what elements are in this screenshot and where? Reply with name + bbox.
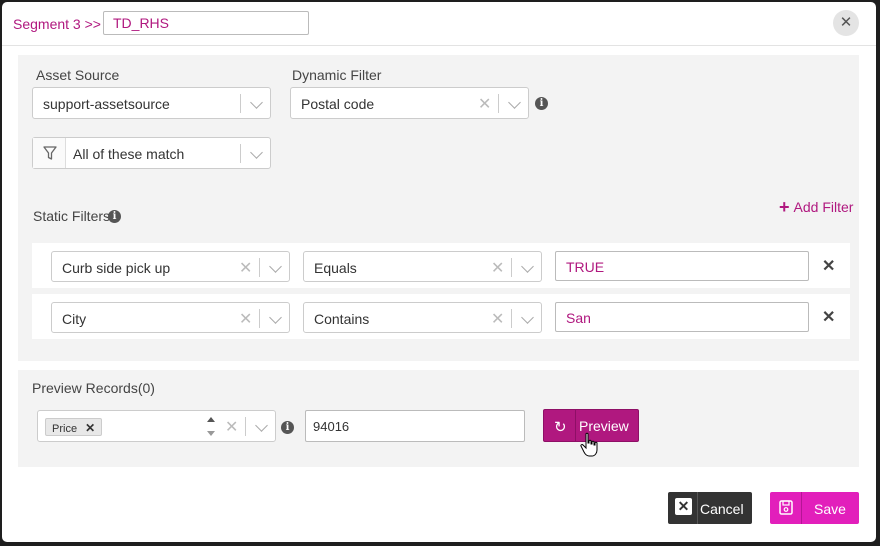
chevron-down-icon[interactable]	[521, 260, 534, 273]
config-panel: Asset Source support-assetsource Dynamic…	[18, 55, 859, 361]
clear-icon[interactable]: ✕	[239, 258, 252, 278]
filter-row: City ✕ Contains ✕ San ✕	[32, 294, 850, 339]
close-icon[interactable]: ✕	[833, 10, 859, 36]
segment-name-input[interactable]: TD_RHS	[103, 11, 309, 35]
filter-row: Curb side pick up ✕ Equals ✕ TRUE ✕	[32, 243, 850, 288]
dialog-header: Segment 3 >> TD_RHS ✕	[2, 2, 876, 46]
filter-operator-select[interactable]: Contains ✕	[303, 302, 542, 333]
add-filter-button[interactable]: + Add Filter	[779, 197, 853, 218]
chevron-down-icon[interactable]	[250, 96, 263, 109]
segment-dialog: Segment 3 >> TD_RHS ✕ Asset Source suppo…	[2, 2, 876, 542]
preview-value-input[interactable]: 94016	[305, 410, 525, 442]
filter-field-select[interactable]: Curb side pick up ✕	[51, 251, 290, 282]
filter-value-input[interactable]: San	[555, 302, 809, 332]
filter-value-input[interactable]: TRUE	[555, 251, 809, 281]
dynamic-filter-select[interactable]: Postal code ✕	[290, 87, 529, 119]
breadcrumb: Segment 3 >>	[13, 16, 101, 32]
match-value: All of these match	[73, 146, 185, 162]
dynamic-filter-label: Dynamic Filter	[292, 67, 382, 83]
info-icon[interactable]: i	[281, 421, 294, 434]
clear-icon[interactable]: ✕	[491, 309, 504, 329]
funnel-icon	[33, 138, 66, 168]
asset-source-select[interactable]: support-assetsource	[32, 87, 271, 119]
hand-cursor-icon	[580, 432, 598, 457]
clear-icon[interactable]: ✕	[478, 94, 491, 114]
refresh-icon: ↻	[554, 419, 567, 436]
cancel-button[interactable]: ✕ Cancel	[668, 492, 752, 524]
remove-filter-icon[interactable]: ✕	[822, 256, 835, 276]
clear-icon[interactable]: ✕	[225, 417, 238, 437]
chevron-down-icon[interactable]	[250, 146, 263, 159]
filter-field-select[interactable]: City ✕	[51, 302, 290, 333]
preview-field-select[interactable]: Price ✕ ✕	[37, 410, 276, 442]
static-filters-label: Static Filters	[33, 208, 111, 224]
asset-source-value: support-assetsource	[43, 96, 170, 112]
chevron-down-icon[interactable]	[255, 419, 268, 432]
spinner-icon[interactable]	[206, 415, 218, 439]
asset-source-label: Asset Source	[36, 67, 120, 83]
save-button[interactable]: Save	[770, 492, 859, 524]
chevron-down-icon[interactable]	[521, 311, 534, 324]
filter-operator-select[interactable]: Equals ✕	[303, 251, 542, 282]
plus-icon: +	[779, 197, 790, 217]
info-icon[interactable]: i	[535, 97, 548, 110]
remove-tag-icon[interactable]: ✕	[85, 421, 95, 435]
chevron-down-icon[interactable]	[269, 311, 282, 324]
clear-icon[interactable]: ✕	[239, 309, 252, 329]
info-icon[interactable]: i	[108, 210, 121, 223]
price-tag: Price ✕	[45, 418, 103, 436]
preview-title: Preview Records(0)	[32, 380, 155, 396]
close-icon: ✕	[675, 498, 692, 515]
remove-filter-icon[interactable]: ✕	[822, 307, 835, 327]
save-icon	[779, 500, 793, 515]
dynamic-filter-value: Postal code	[301, 96, 375, 112]
chevron-down-icon[interactable]	[269, 260, 282, 273]
preview-panel: Preview Records(0) Price ✕ ✕ i 94016 ↻ Pr…	[18, 370, 859, 467]
match-select[interactable]: All of these match	[32, 137, 271, 169]
chevron-down-icon[interactable]	[508, 96, 521, 109]
clear-icon[interactable]: ✕	[491, 258, 504, 278]
